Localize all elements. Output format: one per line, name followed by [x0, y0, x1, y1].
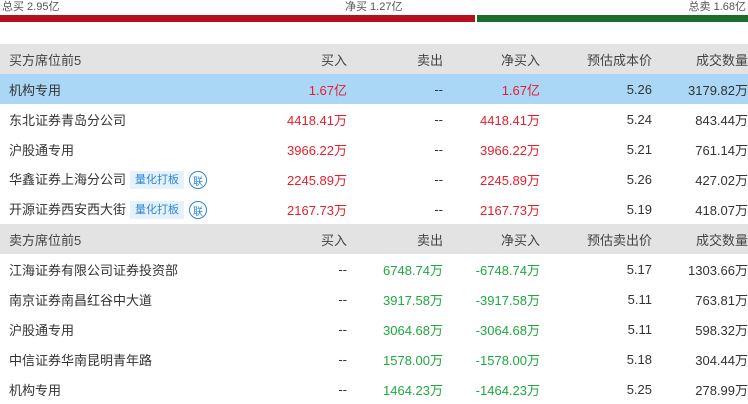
volume: 843.44万 — [695, 112, 748, 128]
seat-name: 沪股通专用 — [9, 142, 75, 158]
header-sell: 卖出 — [347, 224, 443, 254]
seat-name: 江海证券有限公司证券投资部 — [9, 262, 179, 278]
header-buy: 买入 — [214, 44, 347, 74]
cost-price: 5.24 — [626, 111, 652, 127]
header-volume: 成交数量 — [652, 44, 748, 74]
sell-price: 5.11 — [627, 291, 652, 307]
sell-price: 5.25 — [626, 381, 652, 397]
cost-price: 5.21 — [626, 141, 652, 157]
header-sell: 卖出 — [347, 44, 443, 74]
sell-amount: -- — [434, 201, 443, 217]
table-row[interactable]: 江海证券有限公司证券投资部 -- 6748.74万 -6748.74万 5.17… — [0, 254, 748, 284]
buy-amount: -- — [338, 261, 347, 277]
sell-ratio-segment — [477, 15, 748, 22]
table-row[interactable]: 东北证券青岛分公司 4418.41万 -- 4418.41万 5.24 843.… — [0, 104, 748, 134]
seat-name: 开源证券西安西大街 — [9, 201, 127, 217]
buy-amount: 1.67亿 — [214, 74, 347, 104]
net-buy-label: 净买 1.27亿 — [345, 1, 403, 13]
sell-amount: 3064.68万 — [383, 322, 443, 338]
sell-price: 5.18 — [626, 351, 652, 367]
total-sell-label: 总卖 1.68亿 — [688, 1, 746, 13]
volume: 304.44万 — [695, 352, 748, 368]
volume: 427.02万 — [695, 172, 748, 188]
volume: 1303.66万 — [688, 262, 748, 278]
net-amount: 3966.22万 — [480, 142, 540, 158]
net-amount: 4418.41万 — [480, 112, 540, 128]
buy-ratio-segment — [0, 15, 475, 22]
cost-price: 5.26 — [540, 74, 652, 104]
summary-row: 总买 2.95亿 净买 1.27亿 总卖 1.68亿 — [0, 0, 748, 15]
seat-name: 中信证券华南昆明青年路 — [9, 352, 153, 368]
lhb-table: 买方席位前5 买入 卖出 净买入 预估成本价 成交数量 机构专用 1.67亿 -… — [0, 44, 748, 404]
table-row[interactable]: 开源证券西安西大街 量化打板联 2167.73万 -- 2167.73万 5.19… — [0, 194, 748, 224]
buy-amount: -- — [338, 351, 347, 367]
table-row[interactable]: 中信证券华南昆明青年路 -- 1578.00万 -1578.00万 5.18 3… — [0, 344, 748, 374]
sell-amount: -- — [347, 74, 443, 104]
net-amount: -6748.74万 — [475, 262, 540, 278]
sell-amount: 3917.58万 — [383, 292, 443, 308]
table-row[interactable]: 沪股通专用 3966.22万 -- 3966.22万 5.21 761.14万 — [0, 134, 748, 164]
volume: 278.99万 — [695, 382, 748, 398]
volume: 761.14万 — [695, 142, 748, 158]
sell-header-row: 卖方席位前5 买入 卖出 净买入 预估卖出价 成交数量 — [0, 224, 748, 254]
buy-amount: -- — [338, 381, 347, 397]
sell-amount: 6748.74万 — [383, 262, 443, 278]
header-sell-price: 预估卖出价 — [540, 224, 652, 254]
buy-amount: 2245.89万 — [287, 172, 347, 188]
seat-name: 东北证券青岛分公司 — [9, 112, 127, 128]
seat-name: 南京证券南昌红谷中大道 — [9, 292, 153, 308]
header-buy: 买入 — [214, 224, 347, 254]
cost-price: 5.19 — [626, 201, 652, 217]
net-amount: 1.67亿 — [443, 74, 540, 104]
seat-name: 华鑫证券上海分公司 — [9, 171, 127, 187]
volume: 418.07万 — [695, 202, 748, 218]
seat-name: 机构专用 — [0, 74, 214, 104]
header-seat: 卖方席位前5 — [0, 224, 214, 254]
header-seat: 买方席位前5 — [0, 44, 214, 74]
quant-tag[interactable]: 量化打板 — [130, 171, 185, 190]
total-buy-label: 总买 2.95亿 — [2, 1, 60, 13]
buy-sell-ratio-bar — [0, 15, 748, 22]
table-row[interactable]: 机构专用 1.67亿 -- 1.67亿 5.26 3179.82万 — [0, 74, 748, 104]
sell-amount: 1578.00万 — [383, 352, 443, 368]
header-cost: 预估成本价 — [540, 44, 652, 74]
table-row[interactable]: 南京证券南昌红谷中大道 -- 3917.58万 -3917.58万 5.11 7… — [0, 284, 748, 314]
buy-amount: 4418.41万 — [287, 112, 347, 128]
cost-price: 5.26 — [626, 171, 652, 187]
sell-amount: -- — [434, 171, 443, 187]
volume: 763.81万 — [695, 292, 748, 308]
seat-name: 沪股通专用 — [9, 322, 75, 338]
volume: 598.32万 — [695, 322, 748, 338]
table-row[interactable]: 华鑫证券上海分公司 量化打板联 2245.89万 -- 2245.89万 5.26… — [0, 164, 748, 194]
buy-amount: -- — [338, 321, 347, 337]
buy-amount: 3966.22万 — [287, 142, 347, 158]
volume: 3179.82万 — [652, 74, 748, 104]
header-net: 净买入 — [443, 44, 540, 74]
net-amount: 2245.89万 — [480, 172, 540, 188]
lian-icon[interactable]: 联 — [189, 201, 208, 220]
net-amount: -3917.58万 — [475, 292, 540, 308]
header-volume: 成交数量 — [652, 224, 748, 254]
net-amount: -1578.00万 — [475, 352, 540, 368]
buy-amount: -- — [338, 291, 347, 307]
sell-amount: -- — [434, 141, 443, 157]
sell-price: 5.11 — [627, 321, 652, 337]
table-row[interactable]: 沪股通专用 -- 3064.68万 -3064.68万 5.11 598.32万 — [0, 314, 748, 344]
quant-tag[interactable]: 量化打板 — [130, 201, 185, 220]
sell-amount: 1464.23万 — [383, 382, 443, 398]
table-row[interactable]: 机构专用 -- 1464.23万 -1464.23万 5.25 278.99万 — [0, 374, 748, 404]
seat-name: 机构专用 — [9, 382, 62, 398]
seat-name-cell: 华鑫证券上海分公司 量化打板联 — [0, 164, 214, 194]
sell-amount: -- — [434, 111, 443, 127]
net-amount: -1464.23万 — [475, 382, 540, 398]
seat-name-cell: 开源证券西安西大街 量化打板联 — [0, 194, 214, 224]
buy-amount: 2167.73万 — [287, 202, 347, 218]
net-amount: -3064.68万 — [475, 322, 540, 338]
header-net: 净买入 — [443, 224, 540, 254]
buy-header-row: 买方席位前5 买入 卖出 净买入 预估成本价 成交数量 — [0, 44, 748, 74]
lian-icon[interactable]: 联 — [189, 171, 208, 190]
net-amount: 2167.73万 — [480, 202, 540, 218]
sell-price: 5.17 — [626, 261, 652, 277]
